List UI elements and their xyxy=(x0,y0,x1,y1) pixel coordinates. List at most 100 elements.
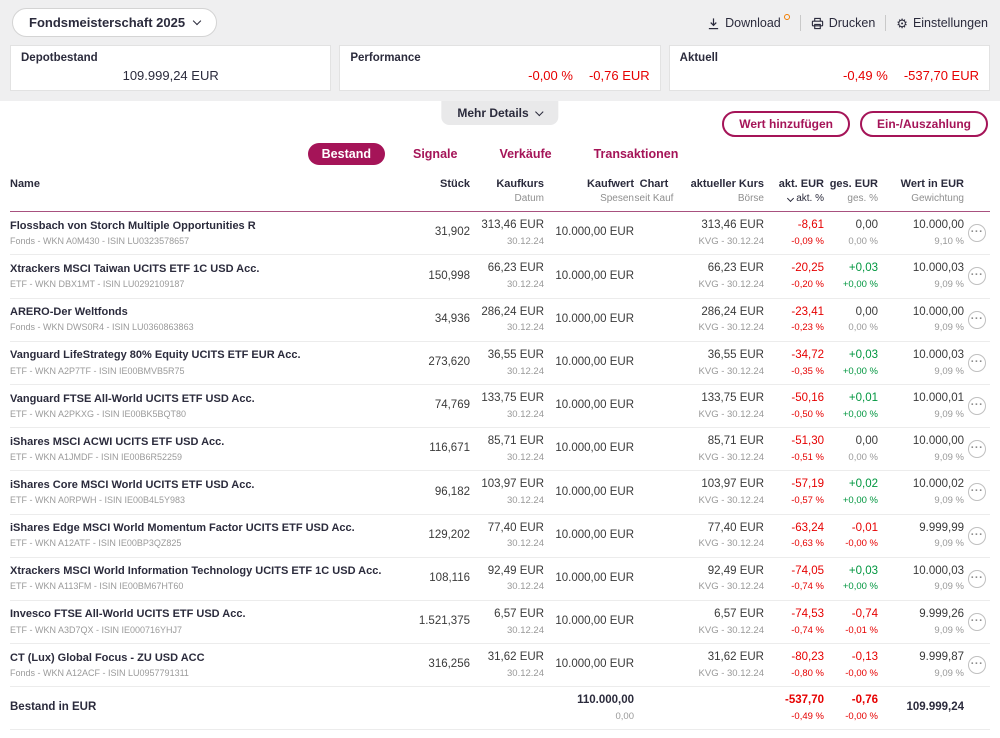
shares-cell: 116,671 xyxy=(429,442,470,455)
print-label: Drucken xyxy=(828,15,876,30)
fund-details: Fonds - WKN DWS0R4 - ISIN LU0360863863 xyxy=(10,322,194,333)
fund-details: ETF - WKN A113FM - ISIN IE00BM67HT60 xyxy=(10,581,184,592)
fund-cell: iShares Core MSCI World UCITS ETF USD Ac… xyxy=(10,479,418,506)
change-today-cell: -74,05 -0,74 % xyxy=(791,564,824,593)
ellipsis-icon[interactable] xyxy=(968,353,986,372)
tab-bestand[interactable]: Bestand xyxy=(307,143,385,165)
col-kaufwert[interactable]: Kaufwert Spesen xyxy=(544,178,634,205)
fund-cell: Invesco FTSE All-World UCITS ETF USD Acc… xyxy=(10,608,418,635)
ellipsis-icon[interactable] xyxy=(968,310,986,329)
fund-details: ETF - WKN DBX1MT - ISIN LU0292109187 xyxy=(10,279,185,290)
col-kaufkurs[interactable]: Kaufkurs Datum xyxy=(470,178,544,205)
performance-value: -0,00 % -0,76 EUR xyxy=(350,68,650,83)
mehr-details-button[interactable]: Mehr Details xyxy=(441,101,559,125)
change-today-cell: -34,72 -0,35 % xyxy=(791,348,824,377)
change-today-cell: -8,61 -0,09 % xyxy=(791,219,824,247)
ellipsis-icon[interactable] xyxy=(968,267,986,286)
fund-name[interactable]: iShares Core MSCI World UCITS ETF USD Ac… xyxy=(10,479,418,492)
tab-verkaeufe[interactable]: Verkäufe xyxy=(485,143,565,165)
buy-price-cell: 36,55 EUR 30.12.24 xyxy=(487,348,544,377)
table-row[interactable]: Flossbach von Storch Multiple Opportunit… xyxy=(10,212,990,256)
settings-button[interactable]: ⚙ Einstellungen xyxy=(896,16,988,30)
row-menu-button[interactable] xyxy=(964,569,990,588)
card-label: Aktuell xyxy=(679,52,718,64)
col-chart[interactable]: Chart seit Kauf xyxy=(634,178,674,205)
col-ges-eur[interactable]: ges. EUR ges. % xyxy=(824,178,878,205)
current-price-cell: 31,62 EUR KVG - 30.12.24 xyxy=(698,651,764,679)
fund-details: ETF - WKN A2PKXG - ISIN IE00BK5BQT80 xyxy=(10,408,187,419)
row-menu-button[interactable] xyxy=(964,353,990,372)
fund-name[interactable]: Xtrackers MSCI Taiwan UCITS ETF 1C USD A… xyxy=(10,263,418,276)
fund-name[interactable]: Vanguard FTSE All-World UCITS ETF USD Ac… xyxy=(10,393,418,406)
row-menu-button[interactable] xyxy=(964,656,990,675)
row-menu-button[interactable] xyxy=(964,267,990,286)
row-menu-button[interactable] xyxy=(964,224,990,243)
change-total-cell: +0,02 +0,00 % xyxy=(842,478,878,507)
table-row[interactable]: Xtrackers MSCI World Information Technol… xyxy=(10,558,990,601)
tab-transaktionen[interactable]: Transaktionen xyxy=(580,143,693,165)
current-price-cell: 313,46 EUR KVG - 30.12.24 xyxy=(698,219,764,247)
fund-name[interactable]: Flossbach von Storch Multiple Opportunit… xyxy=(10,220,418,233)
change-total-cell: 0,00 0,00 % xyxy=(848,219,878,247)
fund-name[interactable]: ARERO-Der Weltfonds xyxy=(10,306,418,319)
shares-cell: 74,769 xyxy=(434,399,470,412)
tab-signale[interactable]: Signale xyxy=(399,143,471,165)
table-row[interactable]: Vanguard LifeStrategy 80% Equity UCITS E… xyxy=(10,342,990,385)
fund-name[interactable]: iShares Edge MSCI World Momentum Factor … xyxy=(10,522,418,535)
shares-cell: 316,256 xyxy=(428,658,470,671)
row-menu-button[interactable] xyxy=(964,397,990,416)
table-row[interactable]: iShares Edge MSCI World Momentum Factor … xyxy=(10,515,990,558)
ellipsis-icon[interactable] xyxy=(968,569,986,588)
row-menu-button[interactable] xyxy=(964,310,990,329)
value-cell: 10.000,00 9,10 % xyxy=(912,219,964,247)
table-row[interactable]: iShares Core MSCI World UCITS ETF USD Ac… xyxy=(10,471,990,515)
ellipsis-icon[interactable] xyxy=(968,612,986,631)
totals-akt: -537,70 -0,49 % xyxy=(784,694,824,723)
row-menu-button[interactable] xyxy=(964,440,990,459)
row-menu-button[interactable] xyxy=(964,483,990,502)
add-value-button[interactable]: Wert hinzufügen xyxy=(722,111,850,137)
col-wert[interactable]: Wert in EUR Gewichtung xyxy=(878,178,964,205)
ellipsis-icon[interactable] xyxy=(968,656,986,675)
performance-pct: -0,00 % xyxy=(528,68,573,83)
table-row[interactable]: Xtrackers MSCI Taiwan UCITS ETF 1C USD A… xyxy=(10,255,990,299)
ellipsis-icon[interactable] xyxy=(968,224,986,243)
ellipsis-icon[interactable] xyxy=(968,526,986,545)
row-menu-button[interactable] xyxy=(964,612,990,631)
table-row[interactable]: Invesco FTSE All-World UCITS ETF USD Acc… xyxy=(10,601,990,645)
table-row[interactable]: Vanguard FTSE All-World UCITS ETF USD Ac… xyxy=(10,385,990,429)
shares-cell: 108,116 xyxy=(429,571,470,584)
fund-name[interactable]: CT (Lux) Global Focus - ZU USD ACC xyxy=(10,652,418,665)
buy-value-cell: 10.000,00 EUR xyxy=(555,571,634,584)
col-akt-eur[interactable]: akt. EUR akt. % xyxy=(764,178,824,205)
table-row[interactable]: iShares MSCI ACWI UCITS ETF USD Acc. ETF… xyxy=(10,428,990,472)
table-row[interactable]: CT (Lux) Global Focus - ZU USD ACC Fonds… xyxy=(10,644,990,688)
value-cell: 10.000,00 9,09 % xyxy=(912,305,964,334)
portfolio-selector[interactable]: Fondsmeisterschaft 2025 xyxy=(12,8,218,37)
deposit-withdraw-button[interactable]: Ein-/Auszahlung xyxy=(860,111,988,137)
fund-name[interactable]: Vanguard LifeStrategy 80% Equity UCITS E… xyxy=(10,349,418,362)
ellipsis-icon[interactable] xyxy=(968,397,986,416)
fund-name[interactable]: Xtrackers MSCI World Information Technol… xyxy=(10,565,418,578)
fund-name[interactable]: Invesco FTSE All-World UCITS ETF USD Acc… xyxy=(10,608,418,621)
print-button[interactable]: Drucken xyxy=(811,15,876,30)
fund-name[interactable]: iShares MSCI ACWI UCITS ETF USD Acc. xyxy=(10,436,418,449)
buy-price-cell: 92,49 EUR 30.12.24 xyxy=(487,564,544,593)
col-stueck[interactable]: Stück xyxy=(418,178,470,191)
card-depotbestand: Depotbestand 109.999,24 EUR xyxy=(10,45,332,91)
current-price-cell: 36,55 EUR KVG - 30.12.24 xyxy=(698,348,764,377)
row-menu-button[interactable] xyxy=(964,526,990,545)
change-total-cell: -0,74 -0,01 % xyxy=(845,607,878,636)
ellipsis-icon[interactable] xyxy=(968,440,986,459)
col-name[interactable]: Name xyxy=(10,178,418,191)
ellipsis-icon[interactable] xyxy=(968,483,986,502)
col-aktueller-kurs[interactable]: aktueller Kurs Börse xyxy=(674,178,764,205)
fund-details: ETF - WKN A0RPWH - ISIN IE00B4L5Y983 xyxy=(10,495,186,506)
fund-cell: Xtrackers MSCI Taiwan UCITS ETF 1C USD A… xyxy=(10,263,418,290)
buy-price-cell: 31,62 EUR 30.12.24 xyxy=(487,651,544,679)
download-button[interactable]: Download xyxy=(707,13,790,30)
buy-price-cell: 313,46 EUR 30.12.24 xyxy=(481,219,544,247)
table-row[interactable]: ARERO-Der Weltfonds Fonds - WKN DWS0R4 -… xyxy=(10,299,990,342)
aktuell-eur: -537,70 EUR xyxy=(903,68,979,83)
change-today-cell: -80,23 -0,80 % xyxy=(791,651,824,679)
